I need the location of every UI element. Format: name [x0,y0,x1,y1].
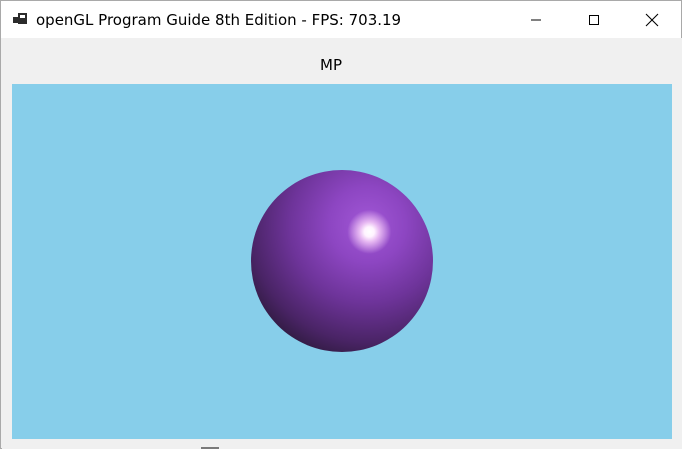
close-icon [645,13,659,26]
opengl-viewport[interactable] [12,84,672,439]
app-icon [13,13,27,24]
app-window: openGL Program Guide 8th Edition - FPS: … [0,0,682,449]
mp-label: MP [320,56,342,74]
maximize-button[interactable] [565,1,623,38]
title-bar[interactable]: openGL Program Guide 8th Edition - FPS: … [1,1,681,38]
window-title: openGL Program Guide 8th Edition - FPS: … [36,11,402,29]
maximize-icon [589,14,599,25]
client-area: MP [2,38,682,449]
purple-sphere [251,170,433,352]
minimize-icon [531,19,541,20]
minimize-button[interactable] [507,1,565,38]
close-button[interactable] [623,1,681,38]
